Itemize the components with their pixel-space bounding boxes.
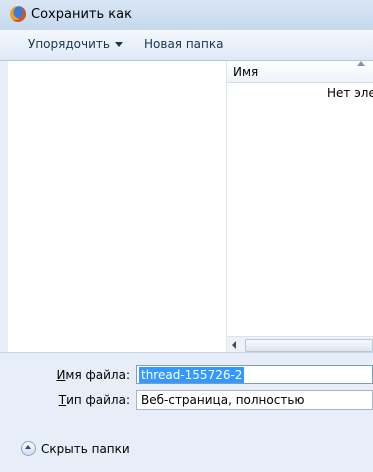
title-bar[interactable]: Сохранить как <box>0 0 373 31</box>
chevron-down-icon <box>114 42 123 47</box>
toolbar: Упорядочить Новая папка <box>0 30 373 61</box>
save-form: Имя файла: thread-155726-2 Тип файла: Ве… <box>0 352 373 472</box>
filetype-value: Веб-страница, полностью <box>141 393 305 407</box>
window-edge <box>0 61 8 352</box>
hide-folders-button[interactable]: Скрыть папки <box>21 441 130 456</box>
horizontal-scrollbar[interactable] <box>227 336 373 353</box>
file-list[interactable]: Имя Нет элем <box>227 61 373 353</box>
filename-value: thread-155726-2 <box>139 367 245 383</box>
scroll-left-icon[interactable] <box>232 341 236 349</box>
column-header-label: Имя <box>233 65 259 79</box>
organize-button[interactable]: Упорядочить <box>28 37 123 51</box>
organize-label: Упорядочить <box>28 37 110 51</box>
column-header-name[interactable]: Имя <box>227 61 373 83</box>
filename-input[interactable]: thread-155726-2 <box>136 365 373 384</box>
sort-ascending-icon <box>357 61 365 66</box>
navigation-pane[interactable] <box>8 61 227 352</box>
filetype-select[interactable]: Веб-страница, полностью <box>136 390 373 410</box>
empty-list-message: Нет элем <box>327 86 373 100</box>
new-folder-button[interactable]: Новая папка <box>144 37 223 51</box>
firefox-icon <box>10 6 26 22</box>
filetype-label: Тип файла: <box>58 393 130 407</box>
hide-folders-label: Скрыть папки <box>41 441 130 456</box>
scrollbar-thumb[interactable] <box>245 339 373 352</box>
window-title: Сохранить как <box>31 7 132 22</box>
chevron-up-icon <box>21 441 36 456</box>
filename-label: Имя файла: <box>56 368 130 382</box>
